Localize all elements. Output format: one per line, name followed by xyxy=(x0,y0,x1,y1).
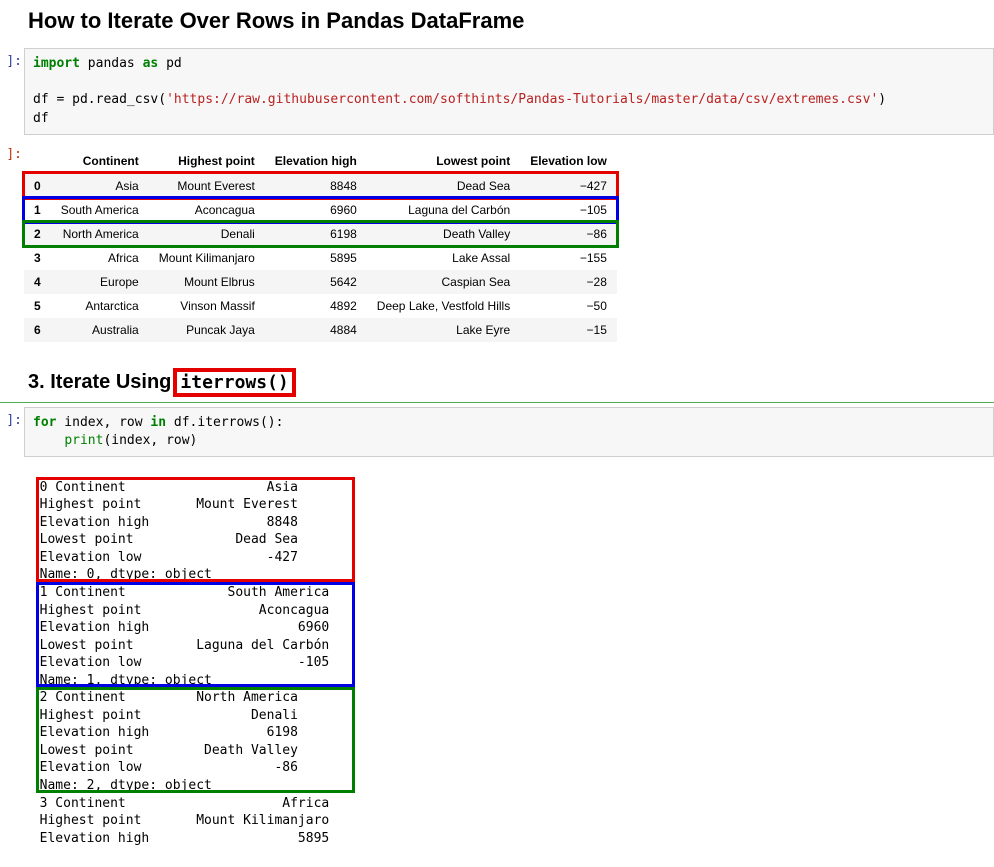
output-prompt: ]: xyxy=(0,141,22,162)
output-block: 3 Continent Africa Highest point Mount K… xyxy=(40,795,330,848)
table-row: 2North AmericaDenali6198Death Valley−86 xyxy=(24,222,617,246)
output-block: 0 Continent Asia Highest point Mount Eve… xyxy=(40,479,330,584)
text-output: 0 Continent Asia Highest point Mount Eve… xyxy=(24,461,994,847)
output-block: 2 Continent North America Highest point … xyxy=(40,689,330,794)
dataframe-output: ContinentHighest pointElevation highLowe… xyxy=(24,149,617,342)
table-row: 3AfricaMount Kilimanjaro5895Lake Assal−1… xyxy=(24,246,617,270)
section-text: 3. Iterate Using xyxy=(28,371,171,394)
iterrows-label: iterrows() xyxy=(180,372,288,393)
page-title: How to Iterate Over Rows in Pandas DataF… xyxy=(28,8,994,34)
output-block: 1 Continent South America Highest point … xyxy=(40,584,330,689)
code-cell-1: ]: import pandas as pd df = pd.read_csv(… xyxy=(0,48,994,135)
code-input[interactable]: import pandas as pd df = pd.read_csv('ht… xyxy=(24,48,994,135)
iterrows-code: iterrows() xyxy=(176,371,292,394)
col-header: Continent xyxy=(51,149,149,174)
section-heading: 3. Iterate Using iterrows() xyxy=(28,371,994,394)
table-row: 6AustraliaPuncak Jaya4884Lake Eyre−15 xyxy=(24,318,617,342)
input-prompt: ]: xyxy=(0,48,22,69)
col-header: Elevation low xyxy=(520,149,617,174)
output-cell-1: ]: ContinentHighest pointElevation highL… xyxy=(0,141,994,345)
table-row: 1South AmericaAconcagua6960Laguna del Ca… xyxy=(24,198,617,222)
col-header: Lowest point xyxy=(367,149,520,174)
table-row: 4EuropeMount Elbrus5642Caspian Sea−28 xyxy=(24,270,617,294)
code-cell-2: ]: for index, row in df.iterrows(): prin… xyxy=(0,407,994,457)
col-header: Highest point xyxy=(149,149,265,174)
table-row: 0AsiaMount Everest8848Dead Sea−427 xyxy=(24,173,617,198)
input-prompt-2: ]: xyxy=(0,407,22,428)
col-header: Elevation high xyxy=(265,149,367,174)
table-row: 5AntarcticaVinson Massif4892Deep Lake, V… xyxy=(24,294,617,318)
code-input-2[interactable]: for index, row in df.iterrows(): print(i… xyxy=(24,407,994,457)
section-divider xyxy=(0,402,994,403)
dataframe-table: ContinentHighest pointElevation highLowe… xyxy=(24,149,617,342)
